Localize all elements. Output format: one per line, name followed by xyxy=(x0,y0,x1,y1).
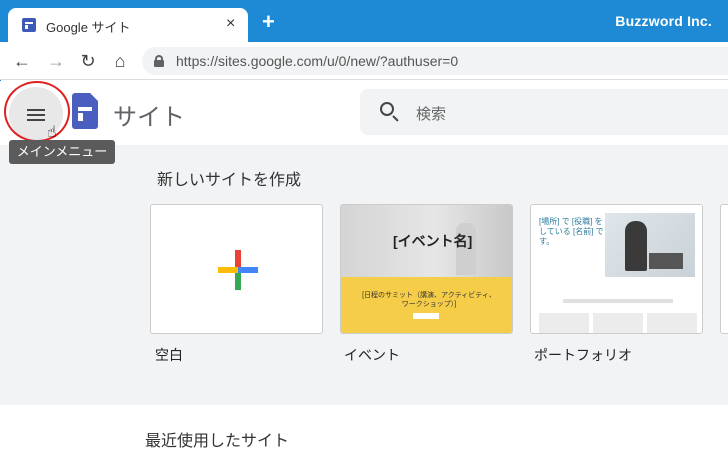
url-text[interactable]: https://sites.google.com/u/0/new/?authus… xyxy=(176,53,458,69)
app-name[interactable]: サイト xyxy=(113,97,185,132)
hand-cursor-icon: ☝ xyxy=(47,124,57,141)
portfolio-thumbnail-box xyxy=(539,313,589,333)
event-thumbnail-button xyxy=(413,313,439,319)
template-label-portfolio[interactable]: ポートフォリオ xyxy=(534,345,632,365)
search-placeholder[interactable]: 検索 xyxy=(416,103,446,124)
template-card-portfolio[interactable]: [場所] で [役職] をしている [名前] です。 xyxy=(530,204,703,334)
template-gallery: 新しいサイトを作成 空白 [イベント名] [日程のサミット（講演、アクティビティ… xyxy=(0,145,728,405)
reload-icon[interactable]: ↻ xyxy=(78,51,98,71)
template-label-event[interactable]: イベント xyxy=(344,345,400,365)
tab-close-icon[interactable]: × xyxy=(226,15,235,33)
back-arrow-icon[interactable]: ← xyxy=(12,51,32,71)
portfolio-thumbnail-text: [場所] で [役職] をしている [名前] です。 xyxy=(539,217,604,246)
template-gallery-heading: 新しいサイトを作成 xyxy=(157,172,302,189)
google-sites-logo-icon[interactable] xyxy=(72,93,98,129)
search-box[interactable]: 検索 xyxy=(360,89,728,135)
app-header: ☝ サイト 検索 xyxy=(0,81,728,145)
event-thumbnail-photo: [イベント名] xyxy=(341,205,512,277)
template-card-event[interactable]: [イベント名] [日程のサミット（講演、アクティビティ、ワークショップ）] xyxy=(340,204,513,334)
template-card-blank[interactable] xyxy=(150,204,323,334)
window-title: Buzzword Inc. xyxy=(615,13,712,29)
google-sites-favicon-icon xyxy=(22,18,36,32)
browser-toolbar: ← → ↻ ⌂ https://sites.google.com/u/0/new… xyxy=(0,42,728,80)
event-thumbnail-text: [日程のサミット（講演、アクティビティ、ワークショップ）] xyxy=(362,292,496,308)
new-tab-icon[interactable]: + xyxy=(262,11,275,33)
lock-icon[interactable] xyxy=(154,55,164,67)
tab-strip: Google サイト × + Buzzword Inc. xyxy=(0,0,728,42)
template-label-blank[interactable]: 空白 xyxy=(155,345,183,365)
portfolio-thumbnail-box xyxy=(593,313,643,333)
portfolio-thumbnail: [場所] で [役職] をしている [名前] です。 xyxy=(531,205,702,285)
recent-sites-heading: 最近使用したサイト xyxy=(145,433,290,450)
event-thumbnail-banner: [日程のサミット（講演、アクティビティ、ワークショップ）] xyxy=(341,277,512,333)
search-icon[interactable] xyxy=(380,102,394,116)
forward-arrow-icon[interactable]: → xyxy=(46,51,66,71)
browser-tab[interactable]: Google サイト × xyxy=(8,8,248,42)
address-bar[interactable]: https://sites.google.com/u/0/new/?authus… xyxy=(142,47,728,75)
event-thumbnail-title: [イベント名] xyxy=(393,233,473,249)
recent-sites-section: 最近使用したサイト xyxy=(0,405,728,460)
home-icon[interactable]: ⌂ xyxy=(110,51,130,71)
portfolio-thumbnail-line xyxy=(563,299,673,303)
plus-icon xyxy=(218,250,258,290)
highlight-ring xyxy=(4,81,70,142)
template-card-next[interactable] xyxy=(720,204,728,334)
main-menu-tooltip: メインメニュー xyxy=(9,140,115,164)
portfolio-thumbnail-box xyxy=(647,313,697,333)
tab-title: Google サイト xyxy=(46,20,131,35)
portfolio-thumbnail-photo xyxy=(605,213,695,277)
